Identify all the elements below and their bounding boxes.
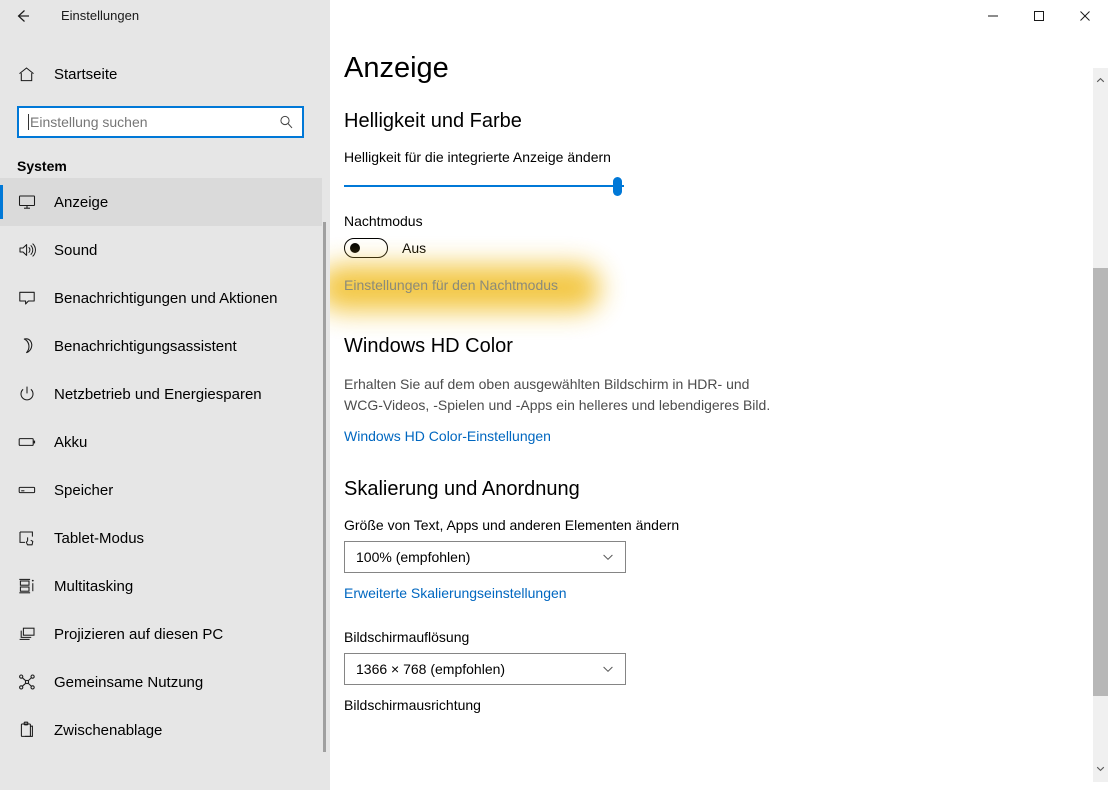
chat-bubble-icon <box>17 288 45 308</box>
window-controls <box>330 0 1108 32</box>
sidebar-item-projizieren-auf-diesen-pc[interactable]: Projizieren auf diesen PC <box>0 610 322 658</box>
share-icon <box>17 672 45 692</box>
chevron-down-icon <box>602 551 614 563</box>
resolution-label: Bildschirmauflösung <box>344 629 470 645</box>
search-caret <box>28 114 29 130</box>
sidebar-item-speicher-label: Speicher <box>54 481 114 499</box>
hd-color-description: Erhalten Sie auf dem oben ausgewählten B… <box>344 376 771 413</box>
sidebar-item-netzbetrieb-und-energiesparen-label: Netzbetrieb und Energiesparen <box>54 385 262 403</box>
scroll-down-button[interactable] <box>1093 756 1108 782</box>
scale-dropdown-value: 100% (empfohlen) <box>356 549 471 565</box>
sidebar-item-benachrichtigungsassistent[interactable]: Benachrichtigungsassistent <box>0 322 322 370</box>
sidebar-item-multitasking-label: Multitasking <box>54 577 134 595</box>
sidebar-item-akku-label: Akku <box>54 433 88 451</box>
power-icon <box>17 384 45 404</box>
sidebar-item-benachrichtigungen-und-aktionen[interactable]: Benachrichtigungen und Aktionen <box>0 274 322 322</box>
chevron-up-icon <box>1096 72 1105 90</box>
sidebar-section-header: System <box>17 158 67 174</box>
settings-window: Einstellungen Startseite Einstellung suc… <box>0 0 1108 790</box>
scaling-section-title: Skalierung und Anordnung <box>344 478 580 500</box>
battery-icon <box>17 432 45 452</box>
sidebar-item-zwischenablage[interactable]: Zwischenablage <box>0 706 322 754</box>
maximize-button[interactable] <box>1016 0 1062 32</box>
brightness-slider-label: Helligkeit für die integrierte Anzeige ä… <box>344 149 611 165</box>
back-button[interactable] <box>0 0 45 32</box>
speaker-icon <box>17 240 45 260</box>
search-placeholder: Einstellung suchen <box>30 114 148 130</box>
brightness-slider[interactable] <box>344 173 624 199</box>
multitasking-icon <box>17 576 45 596</box>
sidebar-item-sound-label: Sound <box>54 241 98 259</box>
minimize-icon <box>987 10 999 22</box>
hd-color-section-title: Windows HD Color <box>344 335 513 357</box>
hd-color-settings-link[interactable]: Windows HD Color-Einstellungen <box>344 428 551 444</box>
brightness-slider-thumb[interactable] <box>613 177 622 196</box>
night-mode-toggle-row: Aus <box>344 235 1078 261</box>
chevron-down-icon <box>602 663 614 675</box>
night-mode-toggle-state: Aus <box>402 240 427 256</box>
project-screen-icon <box>17 624 45 644</box>
title-bar-left: Einstellungen <box>0 0 330 32</box>
sidebar-item-multitasking[interactable]: Multitasking <box>0 562 322 610</box>
search-input[interactable]: Einstellung suchen <box>17 106 304 138</box>
resolution-dropdown-value: 1366 × 768 (empfohlen) <box>356 661 506 677</box>
sidebar-item-tablet-modus-label: Tablet-Modus <box>54 529 145 547</box>
sidebar-item-akku[interactable]: Akku <box>0 418 322 466</box>
sidebar-nav-list: Anzeige Sound Benachrichtigungen und Akt… <box>0 178 322 754</box>
sidebar-item-tablet-modus[interactable]: Tablet-Modus <box>0 514 322 562</box>
sidebar-scrollbar-thumb[interactable] <box>323 222 326 752</box>
sidebar-item-home-label: Startseite <box>54 65 118 83</box>
sidebar-item-home[interactable]: Startseite <box>0 54 322 94</box>
scale-label: Größe von Text, Apps und anderen Element… <box>344 517 680 533</box>
sidebar: Startseite Einstellung suchen System Anz… <box>0 32 322 790</box>
monitor-icon <box>17 192 45 212</box>
close-icon <box>1079 10 1091 22</box>
sidebar-item-netzbetrieb-und-energiesparen[interactable]: Netzbetrieb und Energiesparen <box>0 370 322 418</box>
main-content: Anzeige Helligkeit und Farbe Helligkeit … <box>330 32 1078 790</box>
moon-icon <box>17 336 45 356</box>
brightness-section-title: Helligkeit und Farbe <box>344 110 522 132</box>
close-button[interactable] <box>1062 0 1108 32</box>
sidebar-item-gemeinsame-nutzung[interactable]: Gemeinsame Nutzung <box>0 658 322 706</box>
sidebar-item-sound[interactable]: Sound <box>0 226 322 274</box>
sidebar-item-benachrichtigungsassistent-label: Benachrichtigungsassistent <box>54 337 237 355</box>
sidebar-item-anzeige[interactable]: Anzeige <box>0 178 322 226</box>
sidebar-item-anzeige-label: Anzeige <box>54 193 109 211</box>
night-mode-settings-link[interactable]: Einstellungen für den Nachtmodus <box>344 277 558 293</box>
search-container: Einstellung suchen <box>17 106 304 138</box>
night-mode-toggle[interactable] <box>344 238 388 258</box>
advanced-scaling-link[interactable]: Erweiterte Skalierungseinstellungen <box>344 585 567 601</box>
resolution-dropdown[interactable]: 1366 × 768 (empfohlen) <box>344 653 626 685</box>
sidebar-item-gemeinsame-nutzung-label: Gemeinsame Nutzung <box>54 673 204 691</box>
content-scrollbar-thumb[interactable] <box>1093 268 1108 696</box>
night-mode-toggle-knob <box>350 243 360 253</box>
content-scrollbar <box>1092 32 1108 790</box>
sidebar-item-zwischenablage-label: Zwischenablage <box>54 721 163 739</box>
brightness-slider-rail <box>344 185 624 187</box>
maximize-icon <box>1033 10 1045 22</box>
clipboard-icon <box>17 720 45 740</box>
night-mode-settings-link-container: Einstellungen für den Nachtmodus <box>330 265 600 311</box>
page-title: Anzeige <box>344 52 449 84</box>
orientation-label: Bildschirmausrichtung <box>344 697 481 713</box>
title-bar: Einstellungen <box>0 0 1108 32</box>
scroll-up-button[interactable] <box>1093 68 1108 94</box>
back-arrow-icon <box>13 6 33 26</box>
minimize-button[interactable] <box>970 0 1016 32</box>
storage-icon <box>17 480 45 500</box>
sidebar-item-projizieren-auf-diesen-pc-label: Projizieren auf diesen PC <box>54 625 224 643</box>
chevron-down-icon <box>1096 760 1105 778</box>
window-title: Einstellungen <box>61 8 140 23</box>
night-mode-label: Nachtmodus <box>344 213 423 229</box>
tablet-hand-icon <box>17 528 45 548</box>
search-icon[interactable] <box>279 115 294 130</box>
sidebar-item-benachrichtigungen-und-aktionen-label: Benachrichtigungen und Aktionen <box>54 289 278 307</box>
home-icon <box>17 65 45 84</box>
sidebar-item-speicher[interactable]: Speicher <box>0 466 322 514</box>
scale-dropdown[interactable]: 100% (empfohlen) <box>344 541 626 573</box>
